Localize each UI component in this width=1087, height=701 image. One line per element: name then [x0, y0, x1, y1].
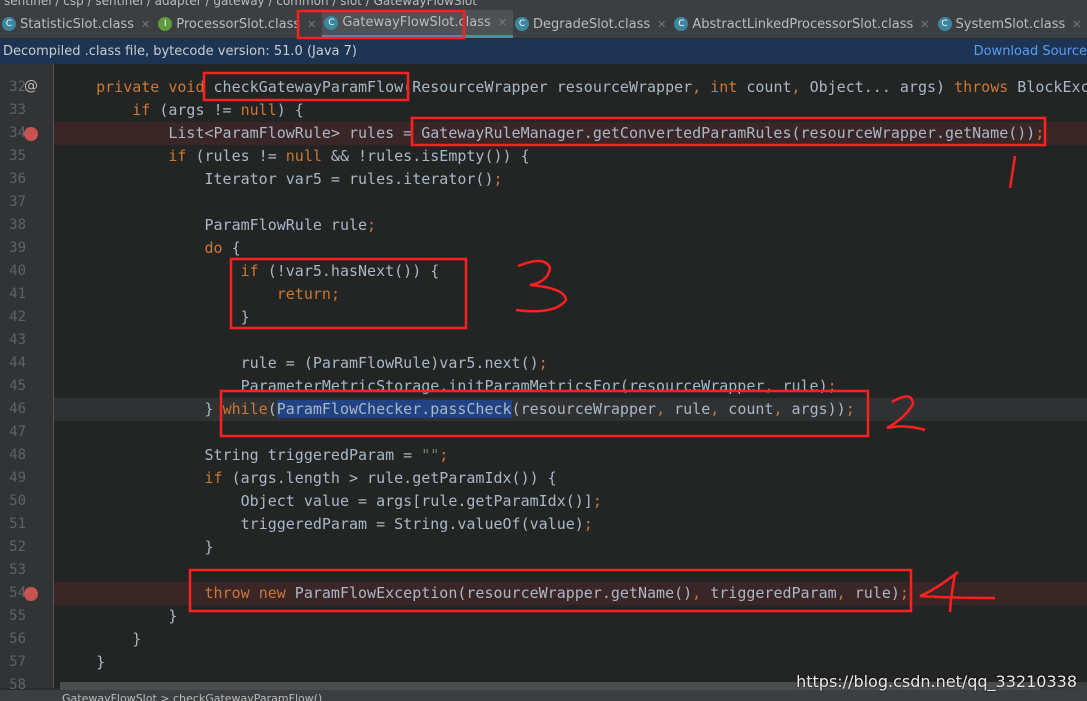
annotation-number-1 [1008, 155, 1017, 189]
annotation-number-2 [886, 395, 926, 432]
annotation-number-3 [515, 259, 568, 313]
annotation-box-rules [410, 116, 1047, 147]
annotation-box-throw [188, 568, 913, 613]
annotation-box-method [202, 71, 410, 102]
annotation-overlay [188, 9, 1047, 613]
annotation-box-return [229, 257, 468, 330]
annotation-number-4 [919, 571, 996, 613]
annotation-box-passcheck [219, 389, 870, 438]
annotation-box-tab [296, 9, 466, 40]
